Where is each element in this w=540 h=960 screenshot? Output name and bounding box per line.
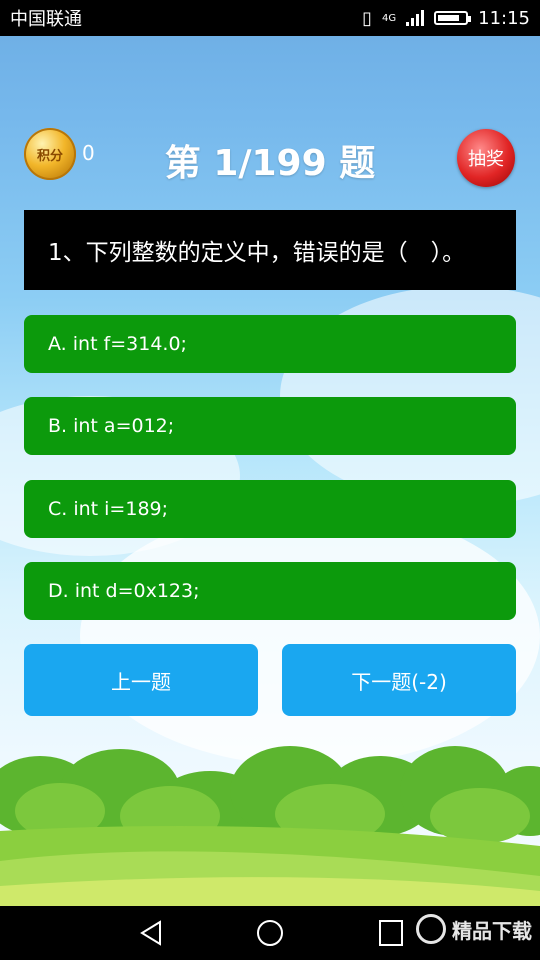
- answer-option-a[interactable]: A. int f=314.0;: [24, 315, 516, 373]
- battery-icon: [434, 11, 472, 25]
- status-icons: ▯ 4G 11:15: [362, 8, 530, 29]
- network-type: 4G: [382, 12, 397, 24]
- answer-option-c[interactable]: C. int i=189;: [24, 480, 516, 538]
- quiz-screen: 积分 0 第 1/199 题 抽奖 1、下列整数的定义中，错误的是（ ）。 A.…: [0, 36, 540, 906]
- carrier-name: 中国联通: [10, 9, 82, 30]
- background-cloud: [80, 506, 540, 766]
- answer-option-d[interactable]: D. int d=0x123;: [24, 562, 516, 620]
- option-label: B. int a=012;: [48, 415, 175, 437]
- home-icon[interactable]: [255, 918, 285, 948]
- clock: 11:15: [478, 7, 530, 29]
- next-label: 下一题(-2): [351, 669, 447, 694]
- lottery-label: 抽奖: [468, 149, 504, 170]
- lottery-button[interactable]: 抽奖: [457, 129, 515, 187]
- question-box: 1、下列整数的定义中，错误的是（ ）。: [24, 210, 516, 290]
- recent-apps-icon[interactable]: [377, 918, 405, 948]
- option-label: C. int i=189;: [48, 498, 169, 520]
- answer-option-b[interactable]: B. int a=012;: [24, 397, 516, 455]
- status-bar: 中国联通 ▯ 4G 11:15: [0, 0, 540, 36]
- previous-label: 上一题: [111, 669, 171, 694]
- question-text: 1、下列整数的定义中，错误的是（ ）。: [48, 240, 466, 266]
- watermark-logo: 精品下载: [416, 914, 532, 944]
- option-label: A. int f=314.0;: [48, 333, 187, 355]
- previous-question-button[interactable]: 上一题: [24, 644, 258, 716]
- signal-icon: [406, 10, 425, 26]
- next-question-button[interactable]: 下一题(-2): [282, 644, 516, 716]
- battery-fill: [438, 15, 460, 21]
- landscape-illustration: [0, 746, 540, 906]
- vibrate-icon: ▯: [362, 7, 372, 29]
- option-label: D. int d=0x123;: [48, 580, 200, 602]
- watermark-text: 精品下载: [452, 918, 532, 943]
- system-navigation-bar: 精品下载: [0, 906, 540, 960]
- watermark-circle-icon: [416, 914, 446, 944]
- back-icon[interactable]: [136, 918, 166, 948]
